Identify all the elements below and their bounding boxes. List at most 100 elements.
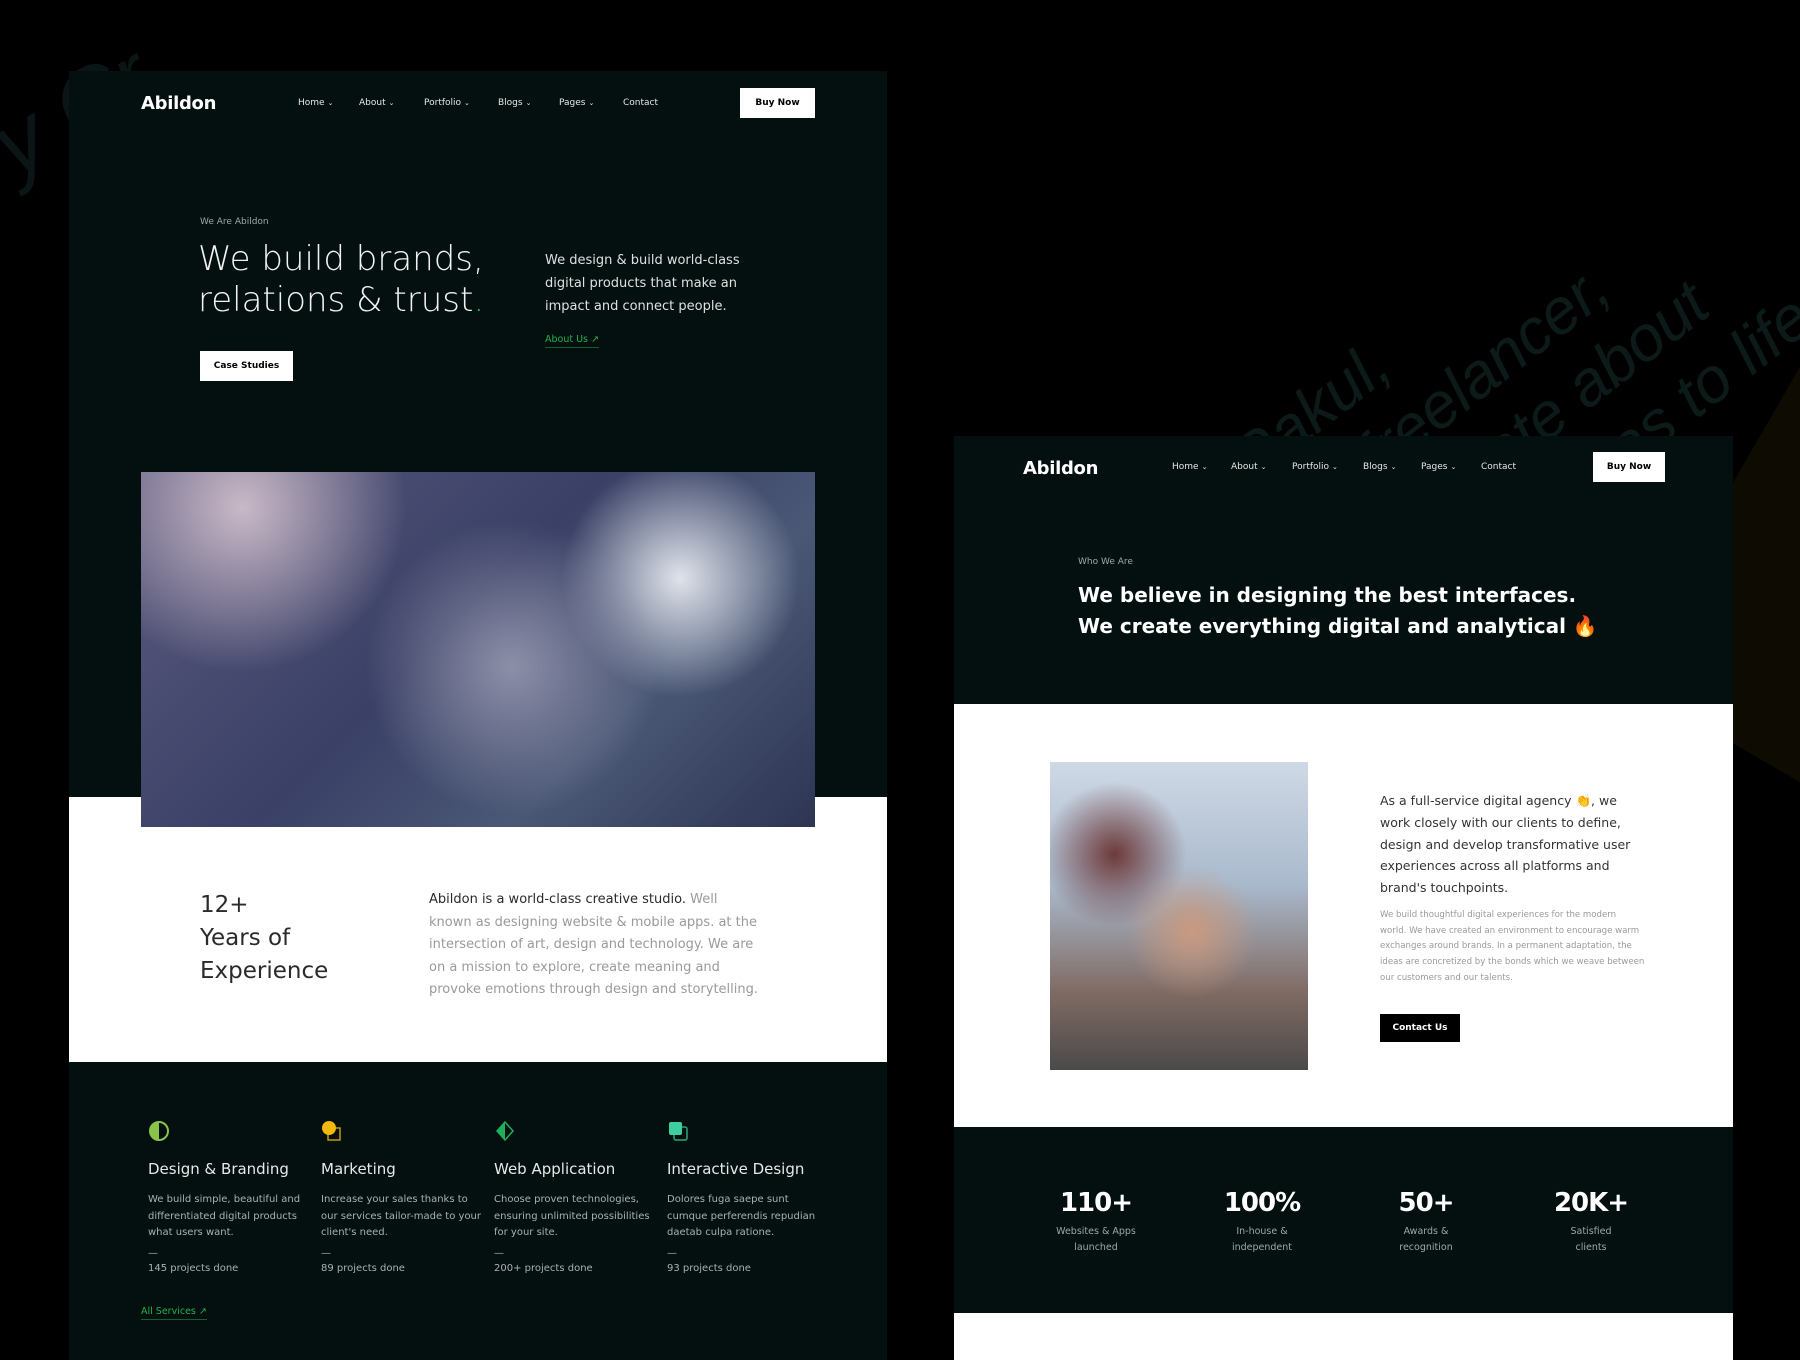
chevron-down-icon: ⌄ [1201,463,1208,471]
nav-label: Pages [1421,462,1448,472]
nav-about[interactable]: About ⌄ [359,98,394,108]
divider: — [494,1247,504,1259]
next-section [954,1313,1733,1360]
nav-label: Blogs [1363,462,1388,472]
divider: — [667,1247,677,1259]
about-lead: As a full-service digital agency 👏, we w… [1380,793,1631,896]
project-count: 200+ projects done [494,1262,593,1274]
chevron-down-icon: ⌄ [1332,463,1338,471]
nav-blogs[interactable]: Blogs ⌄ [1363,462,1396,472]
nav-label: Home [1172,462,1199,472]
headline-dot: . [473,280,485,320]
project-count: 89 projects done [321,1262,405,1274]
stat-label: Websites & Apps launched [1056,1226,1136,1253]
project-count: 93 projects done [667,1262,751,1274]
service-description: We build simple, beautiful and different… [148,1194,301,1238]
chevron-down-icon: ⌄ [464,99,470,107]
divider: — [321,1247,331,1259]
about-body: We build thoughtful digital experiences … [1380,910,1645,983]
service-description: Choose proven technologies, ensuring unl… [494,1194,650,1238]
contact-us-button[interactable]: Contact Us [1380,1014,1460,1042]
service-title: Web Application [494,1160,616,1178]
nav-about[interactable]: About ⌄ [1231,462,1266,472]
nav-label: Contact [623,98,659,108]
buy-now-button[interactable]: Buy Now [740,88,815,118]
service-description: Increase your sales thanks to our servic… [321,1194,482,1238]
hero-description: We design & build world-class digital pr… [545,253,740,314]
left-page-preview: Abildon Home ⌄ About ⌄ Portfolio ⌄ Blogs ⌄ P… [69,71,887,1360]
service-marketing: Marketing Increase your sales thanks to … [321,1120,486,1274]
chevron-down-icon: ⌄ [1390,463,1397,471]
stacked-squares-icon [669,1122,688,1141]
service-title: Design & Branding [148,1160,289,1178]
logo[interactable]: Abildon [1023,458,1098,479]
half-circle-icon [149,1121,169,1141]
nav-pages[interactable]: Pages ⌄ [559,98,594,108]
stat-value: 110+ [1059,1188,1133,1218]
intro-paragraph: Abildon is a world-class creative studio… [429,889,764,1002]
who-we-are-headline: We believe in designing the best interfa… [1078,583,1598,638]
buy-now-button[interactable]: Buy Now [1593,452,1665,482]
hero-eyebrow: We Are Abildon [200,217,269,227]
nav-contact[interactable]: Contact [1481,462,1516,472]
stat-label: Awards & recognition [1399,1226,1453,1253]
nav-pages[interactable]: Pages ⌄ [1421,462,1456,472]
circle-square-icon [322,1121,341,1141]
stat-awards: 50+ Awards & recognition [1351,1188,1501,1256]
experience-stat: 12+ Years of Experience [200,889,328,988]
chevron-down-icon: ⌄ [1450,463,1457,471]
intro-rest: Well known as designing website & mobile… [429,892,759,997]
nav-label: About [359,98,386,108]
right-page-preview: Abildon Home ⌄ About ⌄ Portfolio ⌄ Blogs ⌄ P… [954,436,1733,1360]
stat-value: 100% [1223,1188,1301,1218]
chevron-down-icon: ⌄ [588,99,595,107]
diamond-icon [495,1120,515,1142]
stat-label: Satisfied clients [1570,1226,1612,1253]
experience-label: Experience [200,958,329,984]
nav-label: Pages [559,98,586,108]
chevron-down-icon: ⌄ [525,99,532,107]
chevron-down-icon: ⌄ [327,99,334,107]
team-laptop-photo [1050,762,1308,1070]
stat-value: 20K+ [1553,1188,1629,1218]
nav-home[interactable]: Home ⌄ [1172,462,1207,472]
intro-lead: Abildon is a world-class creative studio… [429,892,686,907]
service-design-branding: Design & Branding We build simple, beaut… [148,1120,313,1274]
chevron-down-icon: ⌄ [388,99,395,107]
eyebrow: Who We Are [1078,557,1133,567]
about-us-link[interactable]: About Us ↗ [545,334,599,348]
chevron-down-icon: ⌄ [1260,463,1267,471]
service-web-application: Web Application Choose proven technologi… [494,1120,659,1274]
nav-label: Contact [1481,462,1517,472]
case-studies-button[interactable]: Case Studies [200,351,293,381]
nav-portfolio[interactable]: Portfolio ⌄ [1292,462,1338,472]
nav-contact[interactable]: Contact [623,98,658,108]
hero-headline: We build brands, relations & trust. [198,239,484,321]
stat-value: 50+ [1398,1188,1455,1218]
logo[interactable]: Abildon [141,93,216,114]
nav-label: Portfolio [1292,462,1330,472]
team-meeting-photo [141,472,815,827]
experience-number: 12+ [200,892,249,918]
service-title: Marketing [321,1160,396,1178]
nav-label: Portfolio [424,98,462,108]
divider: — [148,1247,158,1259]
headline-line: relations & trust [198,280,474,320]
service-interactive-design: Interactive Design Dolores fuga saepe su… [667,1120,832,1274]
nav-portfolio[interactable]: Portfolio ⌄ [424,98,470,108]
stat-label: In-house & independent [1231,1226,1293,1253]
stat-inhouse: 100% In-house & independent [1187,1188,1337,1256]
experience-label: Years of [200,925,291,951]
service-description: Dolores fuga saepe sunt cumque perferend… [667,1194,816,1238]
headline-line: We build brands, [198,239,484,279]
service-title: Interactive Design [667,1160,805,1178]
nav-label: Blogs [498,98,523,108]
project-count: 145 projects done [148,1262,239,1274]
stat-websites: 110+ Websites & Apps launched [1021,1188,1171,1256]
nav-label: Home [298,98,325,108]
nav-home[interactable]: Home ⌄ [298,98,333,108]
nav-label: About [1231,462,1258,472]
stat-clients: 20K+ Satisfied clients [1516,1188,1666,1256]
nav-blogs[interactable]: Blogs ⌄ [498,98,531,108]
all-services-link[interactable]: All Services ↗ [141,1306,207,1320]
